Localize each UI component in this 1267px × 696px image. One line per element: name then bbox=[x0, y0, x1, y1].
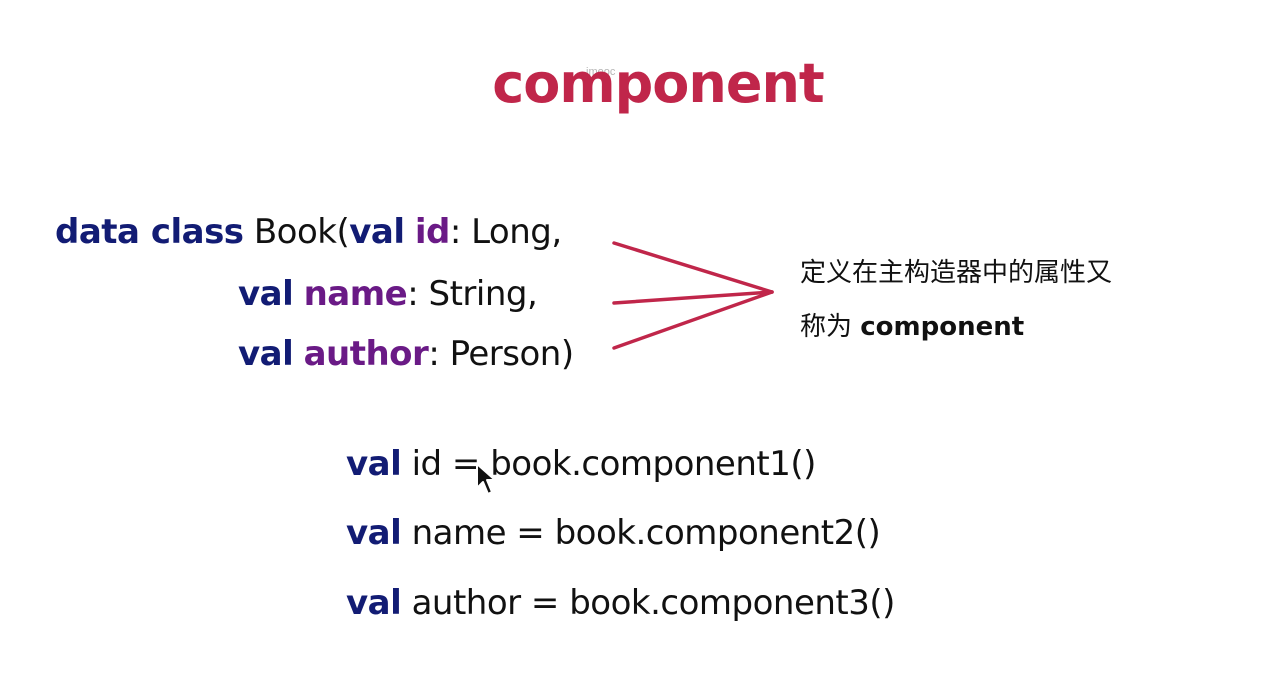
destructure-line-2: val name = book.component2() bbox=[346, 513, 881, 553]
keyword-val: val bbox=[346, 444, 402, 484]
arrow-line-top bbox=[612, 241, 774, 294]
note-line-2: 称为 component bbox=[800, 306, 1024, 343]
destructure-text: author = book.component3() bbox=[401, 583, 896, 623]
destructure-text: name = book.component2() bbox=[401, 513, 881, 553]
mouse-pointer-icon bbox=[476, 463, 496, 495]
note-line-1: 定义在主构造器中的属性又 bbox=[800, 258, 1113, 288]
note-prefix: 称为 bbox=[800, 312, 861, 342]
destructure-line-1: val id = book.component1() bbox=[346, 444, 816, 484]
destructure-text: id = book.component1() bbox=[401, 444, 817, 484]
note-component: component bbox=[860, 312, 1025, 342]
destructure-line-3: val author = book.component3() bbox=[346, 583, 895, 623]
keyword-val: val bbox=[346, 513, 402, 553]
keyword-val: val bbox=[346, 583, 402, 623]
